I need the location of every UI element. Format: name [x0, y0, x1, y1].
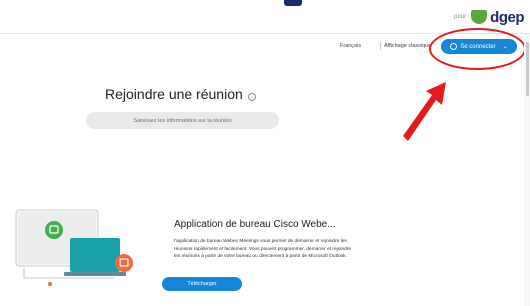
annotation-arrow-icon: [403, 82, 446, 141]
brand-logo: pour dgep: [454, 6, 524, 28]
brand-shield-icon: [471, 10, 488, 24]
meeting-info-input[interactable]: Saisissez les informations sur la réunio…: [86, 112, 279, 129]
download-label: Télécharger: [187, 281, 217, 287]
header-separator: [380, 42, 381, 50]
desktop-app-description: l'application de bureau Webex Meetings v…: [174, 239, 352, 260]
page-top-fragment: [284, 0, 302, 6]
brand-name: dgep: [490, 8, 524, 26]
meeting-info-placeholder: Saisissez les informations sur la réunio…: [133, 117, 232, 124]
language-selector[interactable]: Français: [340, 43, 361, 49]
download-button[interactable]: Télécharger: [162, 277, 242, 291]
annotation-ellipse: [429, 28, 526, 70]
classic-view-link[interactable]: Affichage classique: [384, 43, 431, 49]
join-meeting-title: Rejoindre une réunion: [105, 86, 243, 102]
desktop-app-title: Application de bureau Cisco Webe...: [174, 219, 336, 230]
scrollbar-thumb[interactable]: [526, 42, 529, 96]
info-icon[interactable]: i: [248, 93, 256, 101]
desktop-app-illustration: [15, 209, 133, 286]
brand-pour-text: pour: [454, 14, 467, 20]
